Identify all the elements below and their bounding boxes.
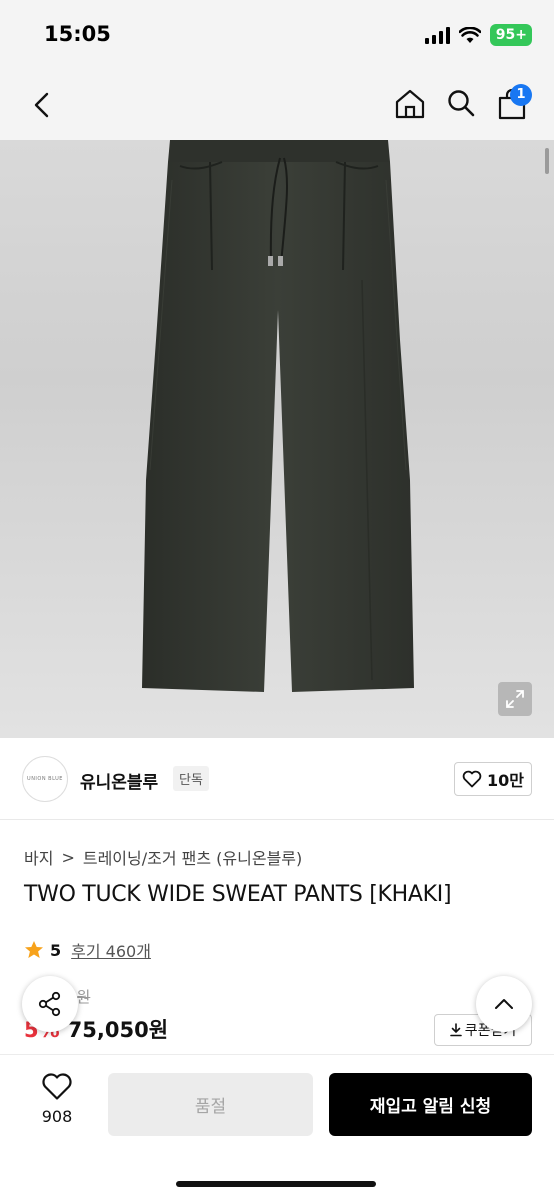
soldout-button[interactable]: 품절 [108,1073,313,1136]
wishlist-button[interactable]: 908 [26,1073,88,1126]
brand-like-button[interactable]: 10만 [454,762,532,796]
brand-row: UNION BLUE 유니온블루 단독 10만 [0,740,554,820]
status-icons: 95+ [424,24,532,46]
chevron-right-icon: > [61,847,75,867]
rating-value: 5 [50,940,62,960]
sale-price: 75,050원 [67,1018,169,1042]
breadcrumb: 바지 > 트레이닝/조거 팬츠 (유니온블루) [24,845,302,869]
wifi-icon [458,26,481,43]
restock-alert-button[interactable]: 재입고 알림 신청 [329,1073,532,1136]
home-icon[interactable] [394,88,426,120]
pants-illustration [142,140,414,692]
expand-image-button[interactable] [498,682,532,716]
brand-like-count: 10만 [487,771,524,790]
review-count-link[interactable]: 후기 460개 [71,938,151,962]
product-title: TWO TUCK WIDE SWEAT PANTS [KHAKI] [24,882,452,907]
star-icon [25,941,43,958]
wishlist-count: 908 [41,1107,73,1126]
heart-icon [42,1073,72,1100]
bottom-action-bar: 908 품절 재입고 알림 신청 [0,1054,554,1200]
chevron-up-icon [495,999,513,1009]
product-image[interactable] [0,140,554,738]
breadcrumb-category[interactable]: 바지 [24,845,53,869]
exclusive-badge: 단독 [173,766,209,791]
back-icon[interactable] [28,90,58,120]
share-icon [38,991,61,1017]
brand-name[interactable]: 유니온블루 [80,768,158,793]
share-button[interactable] [22,976,78,1032]
cart-count-badge: 1 [510,84,532,106]
rating-row: 5 후기 460개 [24,938,151,962]
scroll-top-button[interactable] [476,976,532,1032]
home-indicator [176,1181,376,1187]
breadcrumb-subcategory[interactable]: 트레이닝/조거 팬츠 (유니온블루) [83,845,302,869]
status-bar: 15:05 95+ [0,0,554,70]
download-icon [449,1023,462,1037]
nav-bar [0,70,554,140]
brand-logo[interactable]: UNION BLUE [22,756,68,802]
expand-icon [506,690,524,708]
signal-icon [424,26,450,44]
search-icon[interactable] [446,88,476,118]
status-time: 15:05 [44,22,111,46]
scroll-indicator[interactable] [545,148,549,174]
battery-icon: 95+ [489,24,532,46]
heart-icon [462,770,482,788]
